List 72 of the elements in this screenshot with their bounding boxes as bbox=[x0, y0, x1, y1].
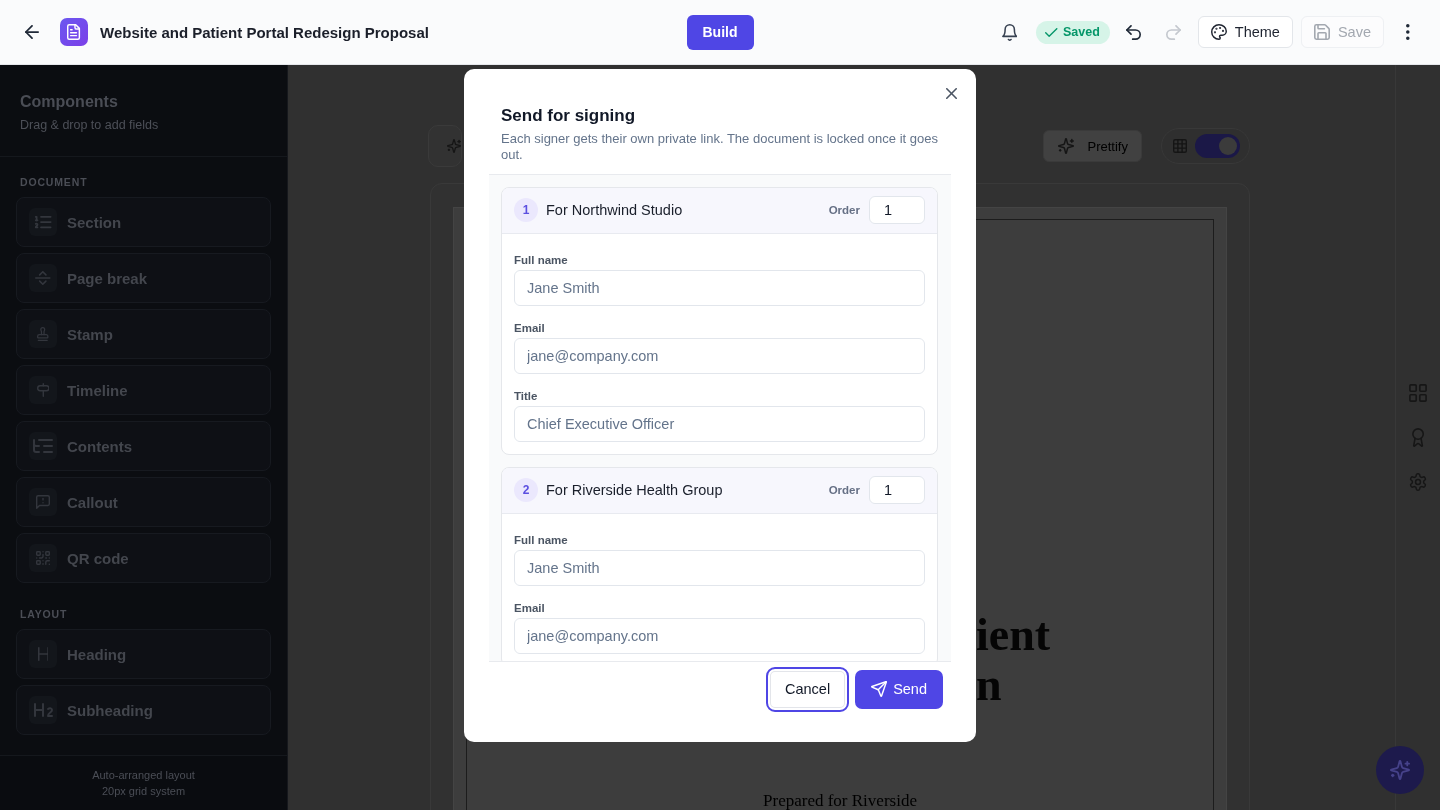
field-label: Full name bbox=[514, 532, 568, 547]
dialog-title: Send for signing bbox=[501, 104, 636, 127]
prettify-button[interactable]: Prettify bbox=[1042, 130, 1142, 162]
sparkle-icon bbox=[1390, 760, 1410, 780]
separator-icon bbox=[29, 264, 57, 292]
component-item[interactable]: Callout bbox=[16, 477, 271, 527]
build-button[interactable]: Build bbox=[686, 14, 754, 50]
input-field[interactable]: Jane Smith bbox=[514, 549, 925, 586]
heading-text: n bbox=[976, 660, 1002, 710]
undo-icon bbox=[1126, 24, 1142, 40]
qr-code-icon bbox=[29, 544, 57, 572]
dialog-description: Each signer gets their own private link. The document is locked once it goes out. bbox=[501, 130, 939, 163]
component-item[interactable]: Heading bbox=[16, 629, 271, 679]
redo-icon bbox=[1166, 24, 1182, 40]
sparkle-button[interactable] bbox=[428, 125, 462, 167]
heading-text: ient bbox=[976, 610, 1051, 660]
component-item[interactable]: Subheading bbox=[16, 685, 271, 735]
order-field[interactable]: 1 bbox=[869, 196, 925, 224]
theme-button[interactable]: Theme bbox=[1197, 16, 1293, 48]
numbered-list-icon bbox=[29, 208, 57, 236]
step-number: 2 bbox=[514, 478, 538, 502]
sidebar-subtitle: Drag & drop to add fields bbox=[20, 117, 159, 133]
check-icon bbox=[1045, 27, 1058, 37]
settings-icon[interactable] bbox=[1409, 473, 1427, 491]
signpost-icon bbox=[29, 376, 57, 404]
field-label: Title bbox=[514, 388, 538, 403]
order-field[interactable]: 1 bbox=[869, 476, 925, 504]
tree-list-icon bbox=[29, 432, 57, 460]
cancel-button[interactable]: Cancel bbox=[766, 666, 850, 712]
heading-icon bbox=[29, 640, 57, 668]
component-item[interactable]: Section bbox=[16, 197, 271, 247]
component-item[interactable]: Page break bbox=[16, 253, 271, 303]
component-item[interactable]: Timeline bbox=[16, 365, 271, 415]
input-field[interactable]: jane@company.com bbox=[514, 337, 925, 374]
signer-name: For Northwind Studio bbox=[546, 202, 684, 218]
message-alert-icon bbox=[29, 488, 57, 516]
send-button[interactable]: Send bbox=[855, 669, 943, 709]
input-field[interactable]: jane@company.com bbox=[514, 617, 925, 654]
paper-plane-icon bbox=[871, 681, 888, 697]
stamp-icon bbox=[29, 320, 57, 348]
grid-icon bbox=[1173, 139, 1187, 153]
sidebar-title: Components bbox=[20, 92, 118, 112]
heading-two-icon bbox=[29, 696, 57, 724]
step-number: 1 bbox=[514, 198, 538, 222]
document-title: Website and Patient Portal Redesign Proposal bbox=[100, 23, 429, 41]
field-label: Email bbox=[514, 320, 545, 335]
component-item[interactable]: Stamp bbox=[16, 309, 271, 359]
document-icon bbox=[60, 18, 88, 46]
grid-icon[interactable] bbox=[1409, 384, 1427, 402]
sparkle-icon bbox=[447, 139, 461, 153]
grid-switch[interactable] bbox=[1195, 134, 1240, 158]
field-label: Email bbox=[514, 600, 545, 615]
group-heading: DOCUMENT bbox=[19, 176, 88, 189]
bell-icon bbox=[1001, 23, 1018, 41]
palette-icon bbox=[1210, 24, 1227, 40]
field-label: Full name bbox=[514, 252, 568, 267]
save-status-label: Saved bbox=[1062, 25, 1100, 39]
input-field[interactable]: Jane Smith bbox=[514, 269, 925, 306]
group-heading: LAYOUT bbox=[19, 608, 68, 621]
signer-name: For Riverside Health Group bbox=[546, 482, 724, 498]
footer-note: 20px grid system bbox=[101, 784, 186, 799]
sparkle-icon bbox=[1057, 138, 1074, 154]
input-field[interactable]: Chief Executive Officer bbox=[514, 405, 925, 442]
close-icon bbox=[945, 88, 957, 99]
component-item[interactable]: Contents bbox=[16, 421, 271, 471]
award-icon[interactable] bbox=[1411, 428, 1425, 447]
footer-note: Auto-arranged layout bbox=[92, 768, 195, 783]
document-subtitle: Prepared for Riverside bbox=[763, 792, 917, 810]
order-label: Order bbox=[828, 204, 860, 216]
component-item[interactable]: QR code bbox=[16, 533, 271, 583]
more-icon bbox=[1406, 24, 1410, 40]
order-label: Order bbox=[828, 484, 860, 496]
